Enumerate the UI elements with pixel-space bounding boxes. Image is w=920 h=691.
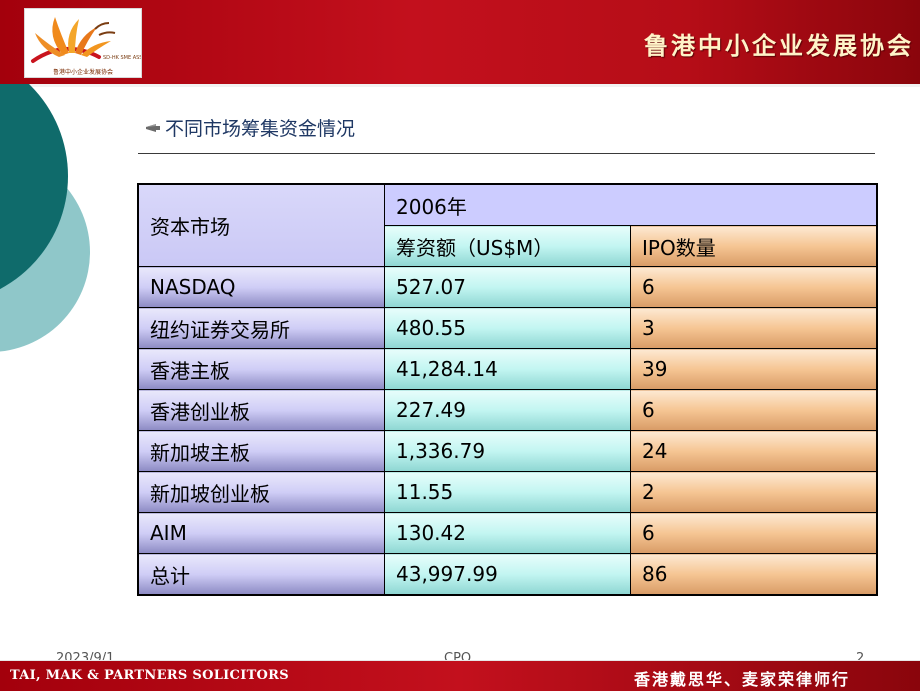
cell-ipo: 39 <box>630 348 878 390</box>
svg-text:SD-HK SME ASSO.: SD-HK SME ASSO. <box>103 55 141 61</box>
table-row: AIM 130.42 6 <box>137 512 878 554</box>
cell-ipo: 6 <box>630 266 878 308</box>
cell-amount: 130.42 <box>384 512 631 554</box>
decorative-circles <box>0 84 90 352</box>
header-cell-amount: 筹资额（US$M） <box>384 225 631 267</box>
cell-ipo: 6 <box>630 512 878 554</box>
organization-title: 鲁港中小企业发展协会 <box>644 31 914 60</box>
table-row: 新加坡主板 1,336.79 24 <box>137 430 878 472</box>
organization-logo: SD-HK SME ASSO. 鲁港中小企业发展协会 <box>24 8 142 78</box>
slide-subtitle-row: 不同市场筹集资金情况 <box>146 114 355 141</box>
footer-banner: TAI, MAK & PARTNERS SOLICITORS 香港戴思华、麦家荣… <box>0 660 920 691</box>
cell-ipo: 2 <box>630 471 878 513</box>
cell-market: NASDAQ <box>137 266 385 308</box>
table-row-total: 总计 43,997.99 86 <box>137 553 878 596</box>
cell-market: AIM <box>137 512 385 554</box>
table-row: 香港创业板 227.49 6 <box>137 389 878 431</box>
cell-amount: 227.49 <box>384 389 631 431</box>
firm-name-chinese: 香港戴思华、麦家荣律师行 <box>633 670 850 689</box>
header-cell-ipo: IPO数量 <box>630 225 878 267</box>
cell-market: 总计 <box>137 553 385 596</box>
cell-amount: 43,997.99 <box>384 553 631 596</box>
cell-ipo: 86 <box>630 553 878 596</box>
cell-market: 新加坡创业板 <box>137 471 385 513</box>
lotus-logo-icon: SD-HK SME ASSO. <box>31 17 141 63</box>
cell-amount: 527.07 <box>384 266 631 308</box>
table-row: 香港主板 41,284.14 39 <box>137 348 878 390</box>
cell-amount: 480.55 <box>384 307 631 349</box>
subtitle-divider <box>138 153 875 154</box>
cell-ipo: 3 <box>630 307 878 349</box>
table-header-row: 资本市场 2006年 <box>137 183 878 267</box>
header-cell-market: 资本市场 <box>137 183 385 267</box>
header-banner: SD-HK SME ASSO. 鲁港中小企业发展协会 鲁港中小企业发展协会 <box>0 0 920 87</box>
cell-market: 香港创业板 <box>137 389 385 431</box>
cell-ipo: 24 <box>630 430 878 472</box>
capital-market-table: 资本市场 2006年 筹资额（US$M） IPO数量 NASDAQ 527.07… <box>137 183 878 596</box>
table-row: 新加坡创业板 11.55 2 <box>137 471 878 513</box>
header-cell-year: 2006年 <box>384 183 878 226</box>
cell-amount: 1,336.79 <box>384 430 631 472</box>
arrow-bullet-icon <box>146 123 160 132</box>
cell-amount: 11.55 <box>384 471 631 513</box>
table-row: NASDAQ 527.07 6 <box>137 266 878 308</box>
cell-ipo: 6 <box>630 389 878 431</box>
slide-subtitle: 不同市场筹集资金情况 <box>165 118 356 140</box>
cell-market: 纽约证券交易所 <box>137 307 385 349</box>
cell-market: 新加坡主板 <box>137 430 385 472</box>
cell-market: 香港主板 <box>137 348 385 390</box>
firm-name-english: TAI, MAK & PARTNERS SOLICITORS <box>10 668 289 683</box>
logo-caption: 鲁港中小企业发展协会 <box>52 69 113 76</box>
table-row: 纽约证券交易所 480.55 3 <box>137 307 878 349</box>
cell-amount: 41,284.14 <box>384 348 631 390</box>
